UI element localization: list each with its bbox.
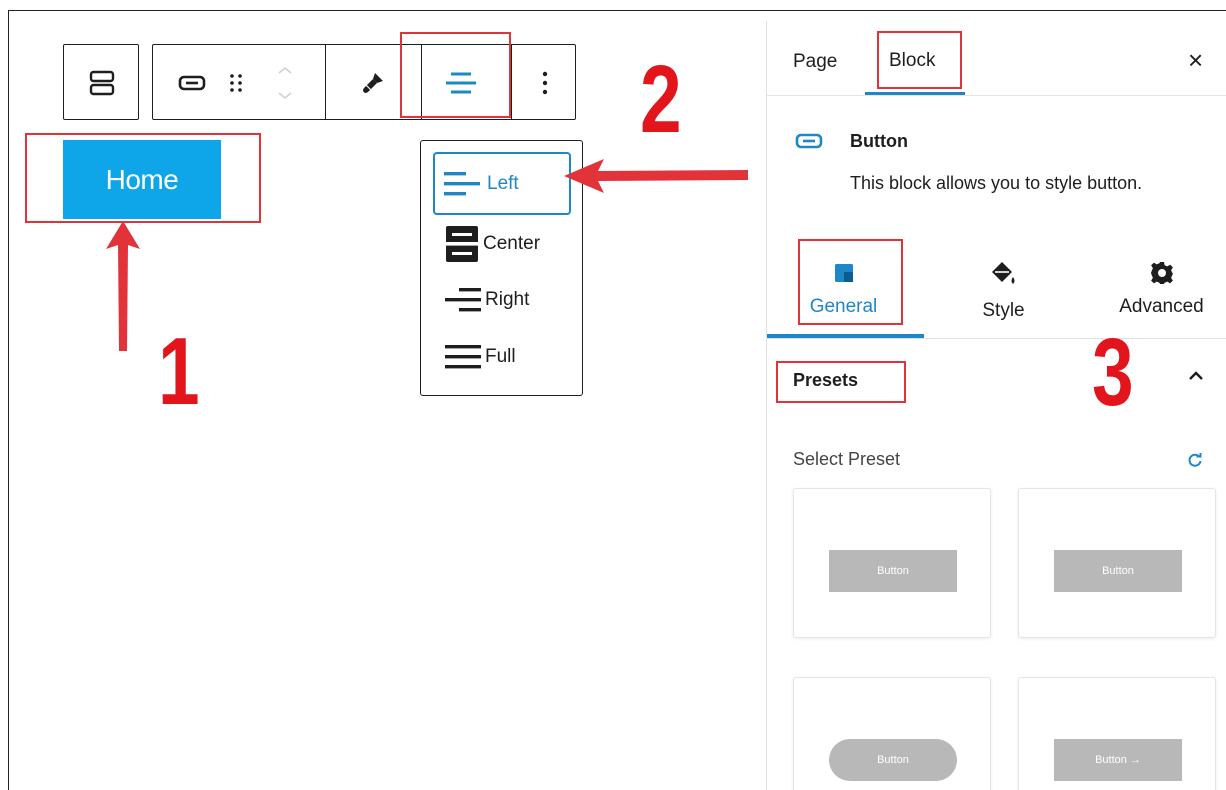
chevron-up-icon[interactable] — [1187, 369, 1205, 387]
step-3-number: 3 — [1092, 319, 1134, 426]
preset-button-preview: Button — [1054, 550, 1182, 592]
paint-bucket-icon — [990, 260, 1018, 286]
paintbrush-icon[interactable] — [343, 45, 403, 121]
preset-card[interactable]: Button — [1018, 488, 1216, 638]
toolbar-separator — [325, 45, 326, 119]
align-right-label: Right — [485, 289, 530, 310]
preset-button-preview: Button → — [1054, 739, 1182, 781]
tab-page[interactable]: Page — [793, 51, 837, 73]
align-left-icon — [443, 169, 483, 199]
drag-handle-icon[interactable] — [221, 45, 251, 121]
arrow-up-annotation — [106, 221, 140, 351]
reset-icon[interactable] — [1187, 452, 1203, 473]
parent-buttons-icon — [64, 45, 140, 121]
align-center-icon — [445, 225, 479, 263]
button-block-icon[interactable] — [171, 45, 213, 121]
general-tab-highlight — [798, 239, 903, 325]
align-full-icon — [445, 342, 481, 372]
tab-style-label: Style — [982, 300, 1025, 321]
home-button-highlight — [25, 133, 261, 223]
presets-highlight — [776, 361, 906, 403]
align-right-icon — [445, 285, 481, 315]
block-tab-highlight — [877, 31, 962, 89]
step-2-number: 2 — [640, 46, 682, 153]
align-right-option[interactable]: Right — [433, 275, 571, 325]
button-block-icon — [795, 133, 823, 154]
block-name: Button — [850, 131, 908, 151]
align-left-option[interactable]: Left — [433, 152, 571, 215]
preset-button-preview: Button — [829, 739, 957, 781]
align-full-option[interactable]: Full — [433, 332, 571, 382]
preset-button-preview: Button — [829, 550, 957, 592]
gear-icon — [1150, 260, 1174, 286]
settings-sidebar: Page Block × Button This block allows yo… — [766, 21, 1226, 790]
align-left-label: Left — [487, 172, 519, 194]
step-1-number: 1 — [158, 318, 200, 425]
align-full-label: Full — [485, 346, 516, 367]
close-icon[interactable]: × — [1188, 45, 1203, 76]
block-parent-selector[interactable] — [63, 44, 139, 120]
subtab-divider — [767, 338, 1226, 339]
select-preset-label: Select Preset — [793, 449, 901, 469]
toolbar-separator — [511, 45, 512, 119]
more-options-icon[interactable] — [513, 45, 577, 121]
preset-card[interactable]: Button — [793, 677, 991, 790]
align-center-label: Center — [483, 233, 541, 254]
justify-highlight — [400, 32, 511, 118]
block-description: This block allows you to style button. — [850, 173, 1143, 193]
header-divider — [767, 95, 1226, 96]
align-center-option[interactable]: Center — [433, 219, 571, 269]
justification-menu: Left Center Right Full — [420, 140, 583, 396]
arrow-left-annotation — [564, 159, 748, 193]
move-up-down-icon[interactable] — [265, 45, 305, 121]
tab-style[interactable]: Style — [927, 236, 1080, 340]
tab-advanced-label: Advanced — [1119, 296, 1204, 317]
preset-card[interactable]: Button → — [1018, 677, 1216, 790]
preset-card[interactable]: Button — [793, 488, 991, 638]
block-toolbar — [152, 44, 576, 120]
